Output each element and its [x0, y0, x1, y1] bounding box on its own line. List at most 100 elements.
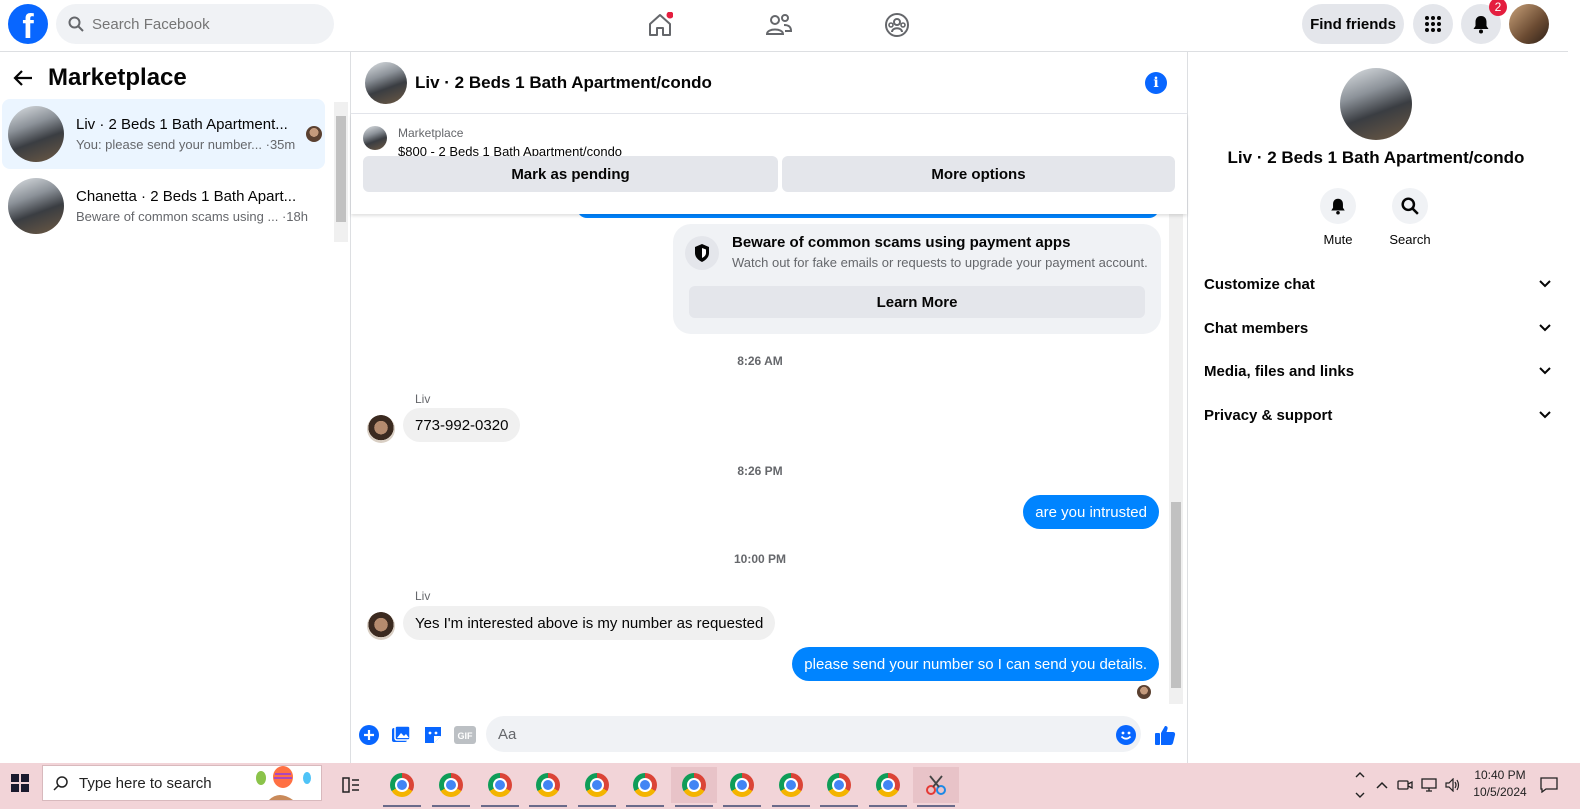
search-icon [68, 16, 84, 32]
facebook-logo[interactable]: f [8, 4, 48, 44]
sticker-icon [425, 727, 441, 743]
volume-button[interactable] [1442, 767, 1464, 803]
mark-as-pending-button[interactable]: Mark as pending [363, 156, 778, 192]
privacy-support-section[interactable]: Privacy & support [1204, 397, 1552, 433]
sticker-button[interactable] [422, 724, 444, 746]
show-hidden-icons-button[interactable] [1370, 767, 1394, 803]
listing-thumbnail[interactable] [363, 126, 387, 150]
network-button[interactable] [1418, 767, 1440, 803]
message-scrollbar[interactable] [1169, 214, 1183, 704]
thread-title: Chanetta · 2 Beds 1 Bath Apart... [76, 188, 296, 205]
chrome-icon [536, 773, 560, 797]
taskbar-search-input[interactable] [79, 774, 249, 792]
media-files-links-section[interactable]: Media, files and links [1204, 353, 1552, 389]
task-view-button[interactable] [328, 767, 374, 803]
home-icon [649, 12, 673, 36]
groups-icon [885, 13, 909, 37]
message-timestamp: 8:26 PM [737, 464, 783, 478]
more-options-button[interactable]: More options [782, 156, 1175, 192]
start-button[interactable] [0, 763, 40, 803]
conversation-title[interactable]: Liv · 2 Beds 1 Bath Apartment/condo [415, 73, 712, 93]
chat-thread-item[interactable]: Liv · 2 Beds 1 Bath Apartment... You: pl… [2, 99, 325, 169]
chat-members-section[interactable]: Chat members [1204, 310, 1552, 346]
chrome-taskbar-button[interactable] [622, 767, 668, 807]
like-button[interactable] [1154, 724, 1176, 746]
clock-time: 10:40 PM [1474, 768, 1526, 782]
thread-preview: Beware of common scams using ... [76, 209, 279, 224]
message-input[interactable] [486, 716, 1141, 752]
chrome-taskbar-button[interactable] [768, 767, 814, 807]
taskbar-search[interactable] [42, 765, 322, 801]
taskbar-scroll-arrows[interactable] [1348, 767, 1372, 803]
conversation-avatar[interactable] [365, 61, 407, 104]
message-composer: GIF [351, 704, 1187, 763]
emoji-button[interactable] [1115, 724, 1137, 746]
chrome-taskbar-button[interactable] [865, 767, 911, 807]
menu-button[interactable] [1413, 4, 1453, 44]
notifications-button[interactable]: 2 [1461, 0, 1507, 44]
chrome-taskbar-button[interactable] [574, 767, 620, 807]
find-friends-button[interactable]: Find friends [1302, 4, 1404, 44]
chrome-taskbar-button[interactable] [816, 767, 862, 807]
shield-icon [685, 236, 719, 270]
search-input[interactable] [92, 15, 312, 33]
thumbs-up-icon [1155, 726, 1176, 745]
speaker-icon [1445, 778, 1460, 792]
chevron-down-icon [1539, 411, 1551, 419]
chat-thread-item[interactable]: Chanetta · 2 Beds 1 Bath Apart... Beware… [2, 171, 325, 241]
message-icon [1540, 777, 1558, 793]
conversation-header: Liv · 2 Beds 1 Bath Apartment/condo i [351, 52, 1187, 114]
snipping-tool-taskbar-button[interactable] [913, 767, 959, 807]
windows-logo-icon [11, 774, 29, 792]
add-button[interactable] [358, 724, 380, 746]
search-icon [1401, 197, 1419, 215]
search-box[interactable] [56, 4, 334, 44]
incoming-message[interactable]: 773-992-0320 [403, 408, 521, 442]
listing-thumbnail [8, 178, 64, 234]
groups-tab[interactable] [880, 8, 914, 42]
listing-thumbnail [8, 106, 64, 162]
outgoing-message[interactable]: are you intrusted [1023, 495, 1159, 529]
notification-badge: 2 [1489, 0, 1507, 16]
incoming-message[interactable]: Yes I'm interested above is my number as… [403, 606, 776, 640]
plus-circle-icon [359, 725, 379, 745]
sender-avatar[interactable] [367, 612, 395, 640]
mute-button[interactable]: Mute [1308, 188, 1368, 247]
search-conversation-button[interactable]: Search [1380, 188, 1440, 247]
meet-now-button[interactable] [1394, 767, 1416, 803]
task-view-icon [342, 777, 359, 793]
chrome-taskbar-button[interactable] [379, 767, 425, 807]
home-tab[interactable] [643, 8, 677, 42]
learn-more-button[interactable]: Learn More [689, 286, 1145, 318]
chrome-taskbar-button[interactable] [525, 767, 571, 807]
seen-avatar [306, 126, 322, 142]
account-avatar[interactable] [1509, 4, 1549, 44]
chat-list-scrollbar[interactable] [334, 102, 348, 242]
gif-icon: GIF [454, 726, 476, 744]
info-icon[interactable]: i [1145, 72, 1167, 94]
thread-time: ·18h [281, 209, 308, 224]
chrome-taskbar-button[interactable] [428, 767, 474, 807]
conversation-panel: Liv · 2 Beds 1 Bath Apartment/condo i Ma… [350, 52, 1188, 763]
chrome-taskbar-button[interactable] [477, 767, 523, 807]
grid-menu-icon [1425, 16, 1441, 32]
top-navigation-bar: f Find friends 2 [0, 0, 1568, 52]
customize-chat-section[interactable]: Customize chat [1204, 266, 1552, 302]
gif-button[interactable]: GIF [454, 724, 476, 746]
emoji-icon [1116, 725, 1136, 745]
marketplace-chat-list: Marketplace Liv · 2 Beds 1 Bath Apartmen… [0, 52, 350, 763]
back-arrow-icon[interactable] [12, 67, 34, 89]
chrome-icon [439, 773, 463, 797]
friends-icon [765, 14, 793, 35]
outgoing-message[interactable]: please send your number so I can send yo… [792, 647, 1159, 681]
chat-list-header: Marketplace [12, 64, 187, 92]
thread-title: Liv · 2 Beds 1 Bath Apartment... [76, 116, 288, 133]
photo-button[interactable] [390, 724, 412, 746]
sender-avatar[interactable] [367, 415, 395, 443]
notification-center-button[interactable] [1536, 767, 1562, 803]
taskbar-clock[interactable]: 10:40 PM 10/5/2024 [1468, 767, 1532, 801]
chrome-taskbar-button[interactable] [719, 767, 765, 807]
chrome-taskbar-button[interactable] [671, 767, 717, 807]
listing-profile-image[interactable] [1340, 68, 1412, 140]
friends-tab[interactable] [762, 8, 796, 42]
